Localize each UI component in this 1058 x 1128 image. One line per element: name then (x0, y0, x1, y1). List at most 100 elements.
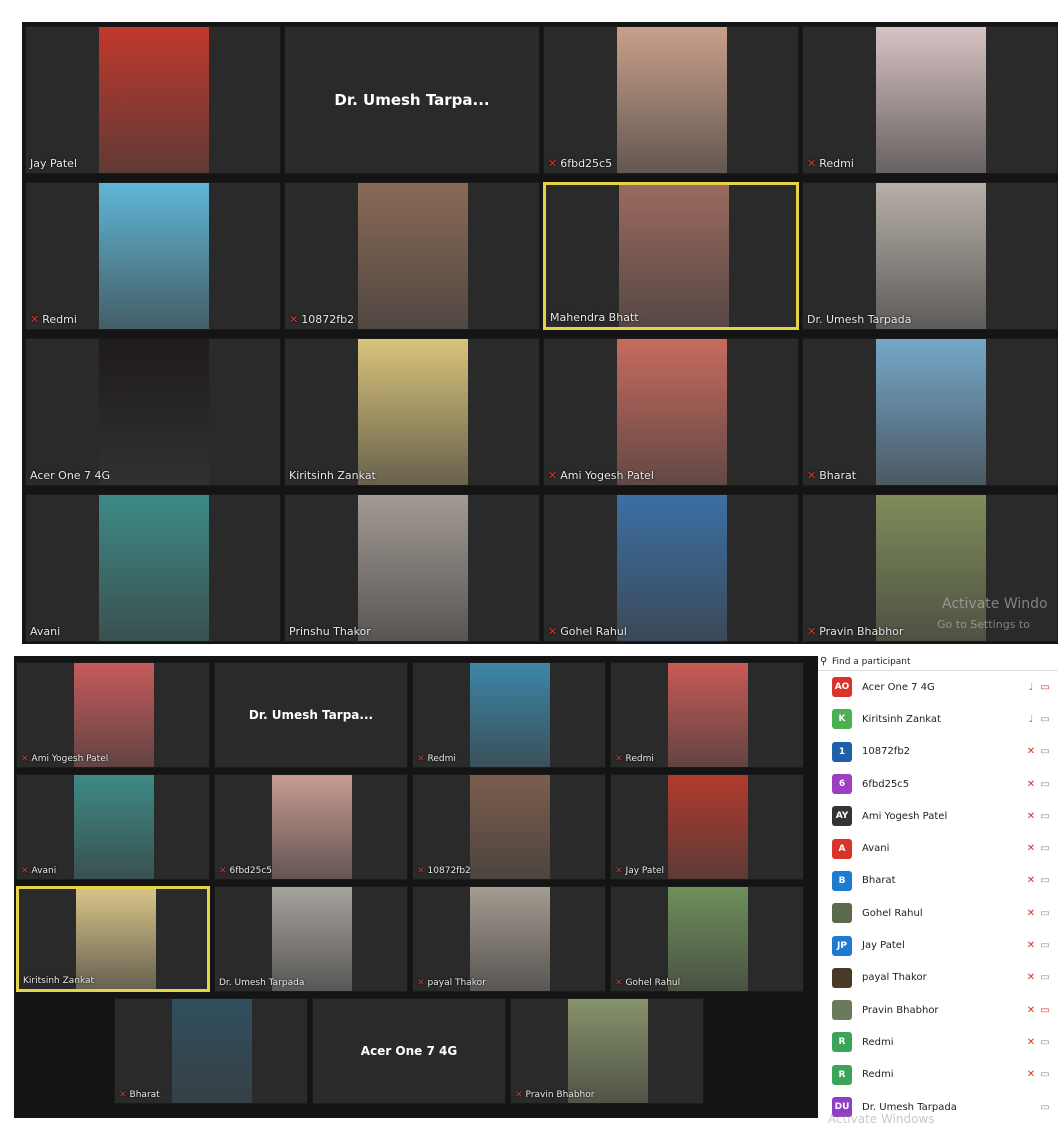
participant-video-frame (876, 183, 986, 329)
video-tile-bharat[interactable]: ✕ Bharat (802, 338, 1058, 486)
search-placeholder: Find a participant (832, 657, 911, 667)
video-icon[interactable]: ▭ (1038, 972, 1052, 983)
video-tile-payal-thakor[interactable]: ✕ payal Thakor (412, 886, 606, 992)
mic-muted-icon: ✕ (615, 754, 623, 764)
video-tile-acer-one-7-4g[interactable]: Acer One 7 4G (25, 338, 281, 486)
participant-name-label: ✕ payal Thakor (417, 978, 486, 988)
video-tile-avani[interactable]: Avani (25, 494, 281, 642)
video-tile-kiritsinh-zankat[interactable]: Kiritsinh Zankat (284, 338, 540, 486)
participant-name: Ami Yogesh Patel (31, 754, 109, 764)
video-icon[interactable]: ▭ (1038, 746, 1052, 757)
video-tile-bharat[interactable]: ✕ Bharat (114, 998, 308, 1104)
participant-row-avani[interactable]: A Avani ✕ ▭ (818, 832, 1058, 864)
video-tile-6fbd25c5[interactable]: ✕ 6fbd25c5 (543, 26, 799, 174)
mic-muted-icon[interactable]: ✕ (1024, 1037, 1038, 1048)
participant-name: Redmi (427, 754, 456, 764)
video-tile-jay-patel[interactable]: Jay Patel (25, 26, 281, 174)
mic-muted-icon: ✕ (119, 1090, 127, 1100)
video-tile-redmi[interactable]: ✕ Redmi (412, 662, 606, 768)
activate-windows-watermark: Activate Windo (942, 596, 1048, 612)
mic-muted-icon: ✕ (30, 313, 40, 326)
video-tile-6fbd25c5[interactable]: ✕ 6fbd25c5 (214, 774, 408, 880)
participant-name: Dr. Umesh Tarpada (219, 978, 305, 988)
video-tile-dr-umesh-tarpada[interactable]: Dr. Umesh Tarpada (214, 886, 408, 992)
participant-row-gohel-rahul[interactable]: Gohel Rahul ✕ ▭ (818, 897, 1058, 929)
mic-muted-icon[interactable]: ✕ (1024, 940, 1038, 951)
participant-video-frame (617, 27, 727, 173)
participant-row-kiritsinh-zankat[interactable]: K Kiritsinh Zankat ♩ ▭ (818, 703, 1058, 735)
participant-row-jay-patel[interactable]: JP Jay Patel ✕ ▭ (818, 929, 1058, 961)
video-tile-prinshu-thakor[interactable]: Prinshu Thakor (284, 494, 540, 642)
participant-row-redmi[interactable]: R Redmi ✕ ▭ (818, 1026, 1058, 1058)
mic-muted-icon[interactable]: ✕ (1024, 843, 1038, 854)
video-tile-ami-yogesh-patel[interactable]: ✕ Ami Yogesh Patel (16, 662, 210, 768)
video-tile-gohel-rahul[interactable]: ✕ Gohel Rahul (610, 886, 804, 992)
avatar: K (832, 709, 852, 730)
video-off-icon[interactable]: ▭ (1038, 682, 1052, 693)
participant-name: Redmi (625, 754, 654, 764)
participant-row-6fbd25c5[interactable]: 6 6fbd25c5 ✕ ▭ (818, 768, 1058, 800)
mic-muted-icon[interactable]: ✕ (1024, 746, 1038, 757)
video-tile-dr-umesh-tarpada[interactable]: Dr. Umesh Tarpada (802, 182, 1058, 330)
participant-name: Bharat (862, 875, 896, 887)
participant-video-frame (99, 339, 209, 485)
video-icon[interactable]: ▭ (1038, 843, 1052, 854)
mic-muted-icon[interactable]: ✕ (1024, 1005, 1038, 1016)
participant-video-frame (74, 663, 154, 767)
participant-video-frame (99, 495, 209, 641)
participant-row-redmi[interactable]: R Redmi ✕ ▭ (818, 1059, 1058, 1091)
avatar: B (832, 870, 852, 891)
video-icon[interactable]: ▭ (1038, 908, 1052, 919)
participant-row-bharat[interactable]: B Bharat ✕ ▭ (818, 865, 1058, 897)
video-tile-avani[interactable]: ✕ Avani (16, 774, 210, 880)
video-tile-gohel-rahul[interactable]: ✕ Gohel Rahul (543, 494, 799, 642)
participant-name: Acer One 7 4G (30, 469, 111, 482)
video-tile-mahendra-bhatt[interactable]: Mahendra Bhatt (543, 182, 799, 330)
video-tile-redmi[interactable]: ✕ Redmi (25, 182, 281, 330)
mic-muted-icon[interactable]: ✕ (1024, 972, 1038, 983)
video-tile-ami-yogesh-patel[interactable]: ✕ Ami Yogesh Patel (543, 338, 799, 486)
video-tile-kiritsinh-zankat[interactable]: Kiritsinh Zankat (16, 886, 210, 992)
video-tile-redmi[interactable]: ✕ Redmi (802, 26, 1058, 174)
avatar: AO (832, 677, 852, 698)
video-tile-redmi[interactable]: ✕ Redmi (610, 662, 804, 768)
video-tile-dr-umesh-tarpa[interactable]: Dr. Umesh Tarpa... (214, 662, 408, 768)
mic-muted-icon[interactable]: ✕ (1024, 908, 1038, 919)
mic-muted-icon[interactable]: ✕ (1024, 1069, 1038, 1080)
participant-row-ami-yogesh-patel[interactable]: AY Ami Yogesh Patel ✕ ▭ (818, 800, 1058, 832)
video-icon[interactable]: ▭ (1038, 1069, 1052, 1080)
participant-display-name: Dr. Umesh Tarpa... (334, 91, 490, 109)
participant-name: Avani (862, 843, 890, 855)
video-icon[interactable]: ▭ (1038, 811, 1052, 822)
mic-icon[interactable]: ♩ (1024, 682, 1038, 693)
participant-row-10872fb2[interactable]: 1 10872fb2 ✕ ▭ (818, 736, 1058, 768)
participant-row-pravin-bhabhor[interactable]: Pravin Bhabhor ✕ ▭ (818, 994, 1058, 1026)
participant-name: Redmi (819, 157, 854, 170)
mic-muted-icon[interactable]: ✕ (1024, 779, 1038, 790)
video-tile-10872fb2[interactable]: ✕ 10872fb2 (412, 774, 606, 880)
video-off-icon[interactable]: ▭ (1038, 1005, 1052, 1016)
mic-muted-icon[interactable]: ✕ (1024, 875, 1038, 886)
avatar: 1 (832, 741, 852, 762)
video-icon[interactable]: ▭ (1038, 714, 1052, 725)
participant-video-frame (76, 889, 156, 989)
video-icon[interactable]: ▭ (1038, 779, 1052, 790)
participant-row-payal-thakor[interactable]: payal Thakor ✕ ▭ (818, 962, 1058, 994)
video-tile-10872fb2[interactable]: ✕ 10872fb2 (284, 182, 540, 330)
mic-muted-icon[interactable]: ✕ (1024, 811, 1038, 822)
mic-icon[interactable]: ♩ (1024, 714, 1038, 725)
video-icon[interactable]: ▭ (1038, 940, 1052, 951)
video-icon[interactable]: ▭ (1038, 1037, 1052, 1048)
video-tile-acer-one-7-4g[interactable]: Acer One 7 4G (312, 998, 506, 1104)
mic-muted-icon: ✕ (417, 866, 425, 876)
video-tile-dr-umesh-tarpa[interactable]: Dr. Umesh Tarpa... (284, 26, 540, 174)
video-tile-jay-patel[interactable]: ✕ Jay Patel (610, 774, 804, 880)
participant-search-input[interactable]: ⚲ Find a participant (818, 654, 1058, 671)
participant-video-frame (358, 495, 468, 641)
video-icon[interactable]: ▭ (1038, 1102, 1052, 1113)
video-icon[interactable]: ▭ (1038, 875, 1052, 886)
participant-name-label: ✕ 10872fb2 (417, 866, 471, 876)
video-tile-pravin-bhabhor[interactable]: ✕ Pravin Bhabhor (510, 998, 704, 1104)
participant-name-label: ✕ Redmi (30, 313, 77, 326)
participant-row-acer-one-7-4g[interactable]: AO Acer One 7 4G ♩ ▭ (818, 671, 1058, 703)
